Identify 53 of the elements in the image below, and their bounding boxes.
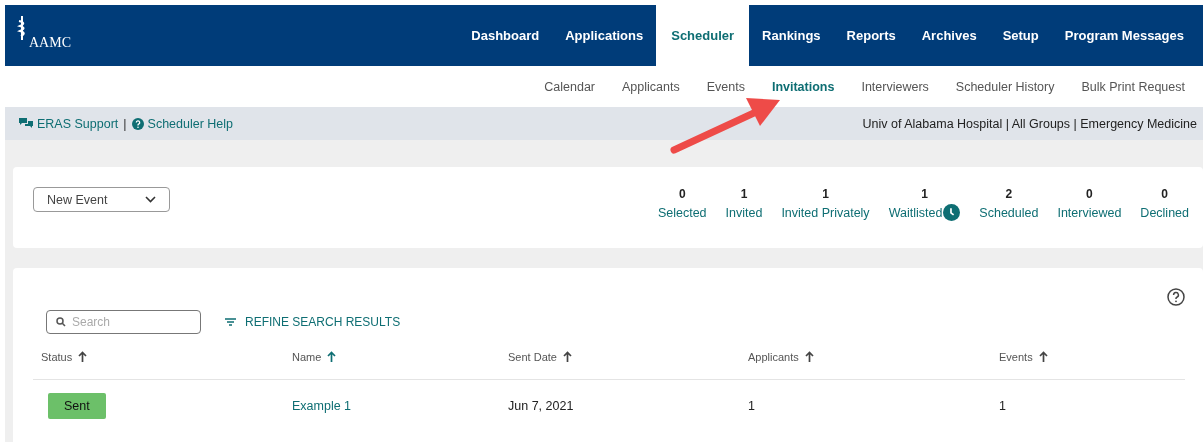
nav-tab[interactable]: Program Messages [1051, 5, 1197, 66]
column-header[interactable]: Status [41, 350, 73, 363]
column-header[interactable]: Name [292, 350, 322, 363]
search-icon [56, 317, 66, 327]
status-counter[interactable]: 1 Invited [725, 187, 763, 221]
help-icon[interactable] [1167, 288, 1185, 306]
status-counter[interactable]: 0 Declined [1140, 187, 1189, 221]
nav-tab[interactable]: Rankings [749, 5, 834, 66]
subnav-tab[interactable]: Interviewers [861, 79, 929, 94]
status-counter[interactable]: 1 Invited Privately [781, 187, 870, 221]
search-field[interactable]: Search [46, 310, 201, 334]
nav-tab[interactable]: Setup [989, 5, 1052, 66]
sort-arrow-icon[interactable] [1038, 351, 1048, 362]
sort-arrow-icon[interactable] [804, 351, 814, 362]
nav-tab[interactable]: Dashboard [458, 5, 553, 66]
chat-icon [19, 118, 33, 129]
column-header[interactable]: Events [999, 350, 1033, 363]
chevron-down-icon [145, 196, 156, 203]
subnav-tab[interactable]: Events [706, 79, 745, 94]
sort-arrow-icon[interactable] [78, 351, 88, 362]
filter-icon [225, 318, 236, 326]
logo[interactable]: AAMC [5, 5, 71, 66]
sort-arrow-icon[interactable] [562, 351, 572, 362]
status-counter[interactable]: 2 Scheduled [979, 187, 1039, 221]
status-counter[interactable]: 0 Selected [657, 187, 707, 221]
subnav-tab[interactable]: Invitations [771, 79, 835, 94]
subnav-tab[interactable]: Scheduler History [955, 79, 1055, 94]
help-link[interactable]: Scheduler Help [147, 116, 233, 131]
refine-button[interactable]: REFINE SEARCH RESULTS [225, 315, 401, 329]
help-icon [131, 117, 144, 130]
nav-tab[interactable]: Applications [552, 5, 657, 66]
event-dropdown[interactable]: New Event [33, 187, 170, 212]
support-link[interactable]: ERAS Support [37, 116, 119, 131]
program-context: Univ of Alabama Hospital | All Groups | Emergency Medicine [862, 116, 1197, 131]
subnav-tab[interactable]: Bulk Print Request [1081, 79, 1185, 94]
column-header[interactable]: Sent Date [508, 350, 557, 363]
nav-tab[interactable]: Archives [908, 5, 990, 66]
status-counter[interactable]: 1 Waitlisted [888, 187, 961, 221]
invitation-link[interactable]: Example 1 [292, 399, 352, 413]
separator: | [123, 116, 127, 131]
status-badge: Sent [48, 393, 106, 419]
subnav-tab[interactable]: Calendar [544, 79, 595, 94]
sort-arrow-icon[interactable] [327, 351, 337, 362]
status-counter[interactable]: 0 Interviewed [1057, 187, 1122, 221]
table-cell: 1 [999, 399, 1006, 413]
column-header[interactable]: Applicants [748, 350, 799, 363]
clock-icon [943, 204, 961, 221]
table-cell: Jun 7, 2021 [508, 399, 574, 413]
nav-tab[interactable]: Scheduler [656, 5, 750, 66]
table-cell: 1 [748, 399, 755, 413]
nav-tab[interactable]: Reports [833, 5, 909, 66]
subnav-tab[interactable]: Applicants [622, 79, 680, 94]
logo-text: AAMC [29, 35, 71, 51]
